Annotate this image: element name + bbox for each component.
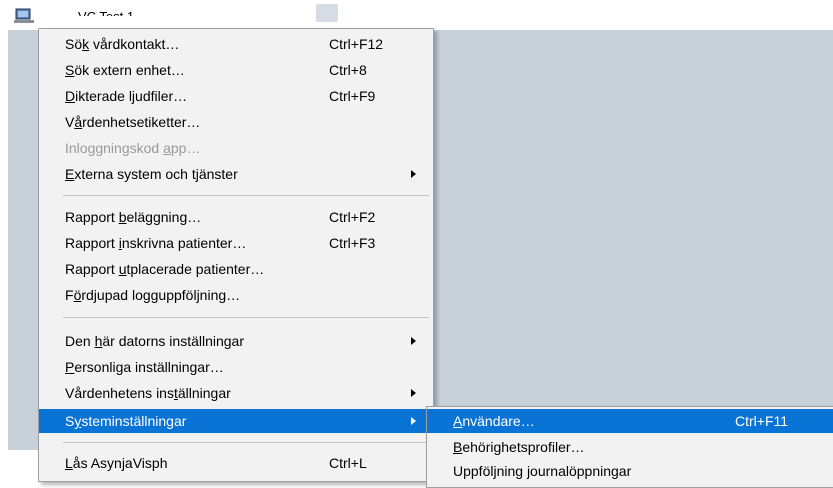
menu-item-shortcut: Ctrl+F2: [329, 209, 376, 225]
submenu-arrow-icon: [411, 170, 416, 178]
submenu-item-uppfoljning-journaloppningar[interactable]: Uppföljning journalöppningar: [427, 459, 833, 483]
menu-item-label: Personliga inställningar…: [65, 359, 224, 375]
menu-item-label: Den här datorns inställningar: [65, 333, 245, 349]
menu-item-label: Dikterade ljudfiler…: [65, 88, 188, 104]
menu-item-personliga-installningar[interactable]: Personliga inställningar…: [39, 355, 433, 379]
menu-item-shortcut: Ctrl+F11: [735, 413, 789, 429]
menu-item-label: Inloggningskod app…: [65, 140, 201, 156]
submenu-arrow-icon: [411, 417, 416, 425]
menu-item-shortcut: Ctrl+F3: [329, 235, 376, 251]
menu-item-sok-extern-enhet[interactable]: Sök extern enhet… Ctrl+8: [39, 58, 433, 82]
menu-item-vardenhetsetiketter[interactable]: Vårdenhetsetiketter…: [39, 110, 433, 134]
submenu-arrow-icon: [411, 389, 416, 397]
menu-item-label: Lås AsynjaVisph: [65, 455, 168, 471]
menu-item-label: Rapport utplacerade patienter…: [65, 261, 265, 277]
menu-item-label: Externa system och tjänster: [65, 166, 238, 182]
menu-item-vardenhetens-installningar[interactable]: Vårdenhetens inställningar: [39, 381, 433, 405]
menu-item-rapport-belaggning[interactable]: Rapport beläggning… Ctrl+F2: [39, 205, 433, 229]
computer-icon[interactable]: [14, 8, 34, 24]
submenu-item-behorighetsprofiler[interactable]: Behörighetsprofiler…: [427, 435, 833, 459]
title-bar: VC Test 1: [0, 0, 833, 30]
menu-item-fordjupad-logguppfoljning[interactable]: Fördjupad logguppföljning…: [39, 283, 433, 307]
menu-item-rapport-inskrivna-patienter[interactable]: Rapport inskrivna patienter… Ctrl+F3: [39, 231, 433, 255]
menu-item-sok-vardkontakt[interactable]: Sök vårdkontakt… Ctrl+F12: [39, 32, 433, 56]
menu-item-label: Vårdenhetsetiketter…: [65, 114, 201, 130]
menu-item-label: Sök vårdkontakt…: [65, 36, 180, 52]
menu-item-label: Fördjupad logguppföljning…: [65, 287, 241, 303]
menu-item-label: Systeminställningar: [65, 413, 187, 429]
menu-item-label: Behörighetsprofiler…: [453, 439, 585, 455]
menu-item-externa-system[interactable]: Externa system och tjänster: [39, 162, 433, 186]
menu-item-label: Uppföljning journalöppningar: [453, 463, 632, 479]
submenu-item-anvandare[interactable]: Användare… Ctrl+F11: [427, 409, 833, 433]
menu-separator: [63, 195, 429, 196]
toolbar-button[interactable]: [316, 4, 338, 22]
submenu-arrow-icon: [411, 337, 416, 345]
context-menu: Sök vårdkontakt… Ctrl+F12 Sök extern enh…: [38, 28, 434, 482]
menu-item-las-asynjavisph[interactable]: Lås AsynjaVisph Ctrl+L: [39, 451, 433, 475]
menu-item-systeminstallningar[interactable]: Systeminställningar: [39, 409, 433, 433]
menu-item-shortcut: Ctrl+F12: [329, 36, 384, 52]
menu-separator: [63, 317, 429, 318]
menu-item-label: Användare…: [453, 413, 535, 429]
window-title: VC Test 1: [78, 6, 134, 16]
menu-item-label: Rapport beläggning…: [65, 209, 202, 225]
menu-item-datorns-installningar[interactable]: Den här datorns inställningar: [39, 329, 433, 353]
systeminstallningar-submenu: Användare… Ctrl+F11 Behörighetsprofiler……: [426, 406, 833, 488]
menu-item-label: Vårdenhetens inställningar: [65, 385, 231, 401]
menu-separator: [63, 442, 429, 443]
menu-item-label: Rapport inskrivna patienter…: [65, 235, 247, 251]
menu-item-shortcut: Ctrl+L: [329, 455, 367, 471]
menu-item-dikterade-ljudfiler[interactable]: Dikterade ljudfiler… Ctrl+F9: [39, 84, 433, 108]
menu-item-rapport-utplacerade-patienter[interactable]: Rapport utplacerade patienter…: [39, 257, 433, 281]
menu-item-shortcut: Ctrl+F9: [329, 88, 376, 104]
menu-item-label: Sök extern enhet…: [65, 62, 185, 78]
menu-item-inloggningskod-app: Inloggningskod app…: [39, 136, 433, 160]
menu-item-shortcut: Ctrl+8: [329, 62, 367, 78]
